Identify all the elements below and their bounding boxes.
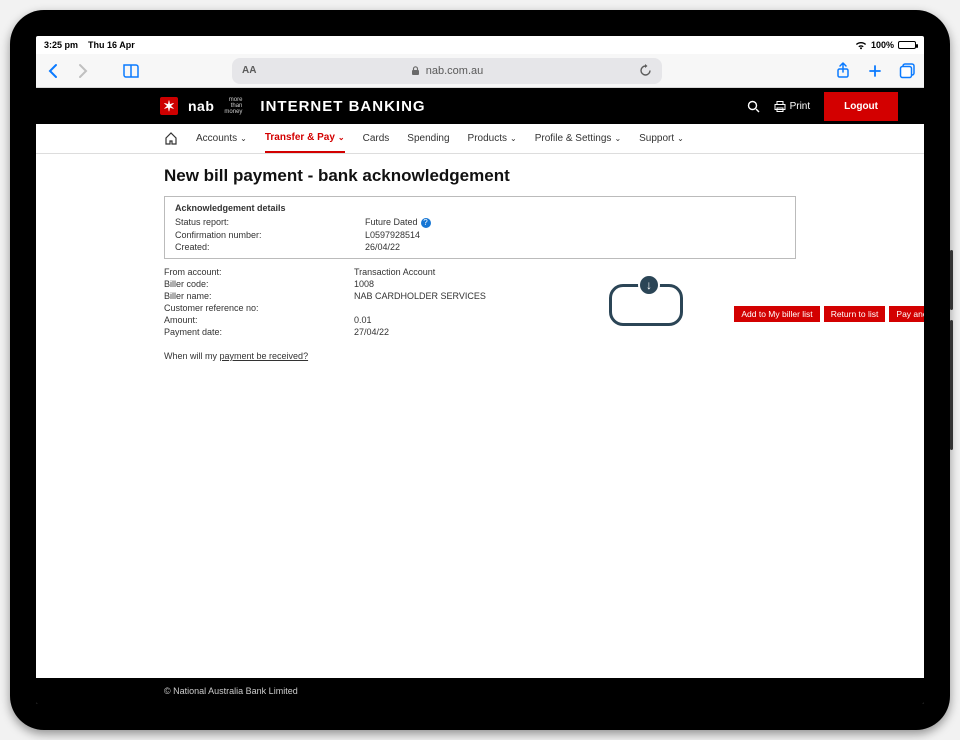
nav-profile-settings[interactable]: Profile & Settings⌄ xyxy=(535,124,621,153)
from-account-value: Transaction Account xyxy=(354,267,796,277)
status-time-date: 3:25 pm Thu 16 Apr xyxy=(44,40,135,50)
battery-icon xyxy=(898,41,916,49)
home-icon[interactable] xyxy=(164,132,178,145)
ack-conf-value: L0597928514 xyxy=(365,230,785,240)
page-footer: © National Australia Bank Limited xyxy=(36,678,924,704)
return-to-list-button[interactable]: Return to list xyxy=(824,306,886,322)
new-tab-button[interactable] xyxy=(866,62,884,80)
cust-ref-value xyxy=(354,303,796,313)
status-bar: 3:25 pm Thu 16 Apr 100% xyxy=(36,36,924,54)
nav-spending[interactable]: Spending xyxy=(407,124,449,153)
biller-name-value: NAB CARDHOLDER SERVICES xyxy=(354,291,796,301)
status-time: 3:25 pm xyxy=(44,40,78,50)
url-bar[interactable]: AA nab.com.au xyxy=(232,58,662,84)
reload-button[interactable] xyxy=(639,64,652,77)
tabs-button[interactable] xyxy=(898,62,916,80)
ipad-side-button xyxy=(950,320,953,450)
payment-details: From account: Transaction Account Biller… xyxy=(164,267,796,337)
print-button[interactable]: Print xyxy=(774,101,811,112)
page-title: New bill payment - bank acknowledgement xyxy=(164,166,796,186)
help-text: When will my payment be received? xyxy=(164,351,796,361)
help-link[interactable]: payment be received? xyxy=(220,351,309,361)
copyright-text: © National Australia Bank Limited xyxy=(164,686,298,696)
ipad-screen: 3:25 pm Thu 16 Apr 100% xyxy=(36,36,924,704)
app-header: ✶ nab more than money INTERNET BANKING P… xyxy=(36,88,924,124)
ipad-frame: 3:25 pm Thu 16 Apr 100% xyxy=(10,10,950,730)
page-body: New bill payment - bank acknowledgement … xyxy=(36,154,924,674)
share-button[interactable] xyxy=(834,62,852,80)
url-text: nab.com.au xyxy=(426,65,483,77)
chevron-down-icon: ⌄ xyxy=(240,134,247,143)
logout-button[interactable]: Logout xyxy=(824,92,898,121)
chevron-down-icon: ⌄ xyxy=(338,133,345,142)
nav-accounts[interactable]: Accounts⌄ xyxy=(196,124,247,153)
pay-date-label: Payment date: xyxy=(164,327,354,337)
from-account-label: From account: xyxy=(164,267,354,277)
pay-date-value: 27/04/22 xyxy=(354,327,796,337)
search-button[interactable] xyxy=(747,100,760,113)
back-button[interactable] xyxy=(44,62,62,80)
browser-toolbar: AA nab.com.au xyxy=(36,54,924,88)
cust-ref-label: Customer reference no: xyxy=(164,303,354,313)
bookmarks-button[interactable] xyxy=(122,62,140,80)
acknowledgement-box: Acknowledgement details Status report: F… xyxy=(164,196,796,259)
ack-created-label: Created: xyxy=(175,242,365,252)
chevron-down-icon: ⌄ xyxy=(677,134,684,143)
chevron-down-icon: ⌄ xyxy=(510,134,517,143)
arrow-down-icon: ↓ xyxy=(638,274,660,296)
nav-transfer-pay[interactable]: Transfer & Pay⌄ xyxy=(265,124,345,153)
brand-tagline: more than money xyxy=(224,97,242,115)
nav-support[interactable]: Support⌄ xyxy=(639,124,684,153)
add-to-biller-list-button[interactable]: Add to My biller list xyxy=(734,306,819,322)
ack-status-value: Future Dated? xyxy=(365,217,785,228)
brand-name: nab xyxy=(188,98,214,114)
pay-another-bill-button[interactable]: Pay another bill xyxy=(889,306,924,322)
nav-products[interactable]: Products⌄ xyxy=(468,124,517,153)
nav-cards[interactable]: Cards xyxy=(363,124,390,153)
ack-conf-label: Confirmation number: xyxy=(175,230,365,240)
text-size-button[interactable]: AA xyxy=(242,65,256,76)
app-title: INTERNET BANKING xyxy=(260,98,425,115)
status-date: Thu 16 Apr xyxy=(88,40,135,50)
info-icon[interactable]: ? xyxy=(421,218,431,228)
biller-name-label: Biller name: xyxy=(164,291,354,301)
wifi-icon xyxy=(855,41,867,50)
ack-status-label: Status report: xyxy=(175,217,365,228)
battery-percent: 100% xyxy=(871,40,894,50)
lock-icon xyxy=(411,66,420,76)
main-nav: Accounts⌄ Transfer & Pay⌄ Cards Spending… xyxy=(36,124,924,154)
biller-code-value: 1008 xyxy=(354,279,796,289)
amount-value: 0.01 xyxy=(354,315,796,325)
action-buttons: Add to My biller list Return to list Pay… xyxy=(734,306,924,322)
print-label: Print xyxy=(790,101,811,112)
ack-heading: Acknowledgement details xyxy=(175,203,785,213)
forward-button[interactable] xyxy=(74,62,92,80)
chevron-down-icon: ⌄ xyxy=(614,134,621,143)
nab-logo-icon: ✶ xyxy=(160,97,178,115)
biller-code-label: Biller code: xyxy=(164,279,354,289)
amount-label: Amount: xyxy=(164,315,354,325)
ack-created-value: 26/04/22 xyxy=(365,242,785,252)
ipad-side-button xyxy=(950,250,953,310)
highlight-callout: ↓ xyxy=(609,284,683,326)
